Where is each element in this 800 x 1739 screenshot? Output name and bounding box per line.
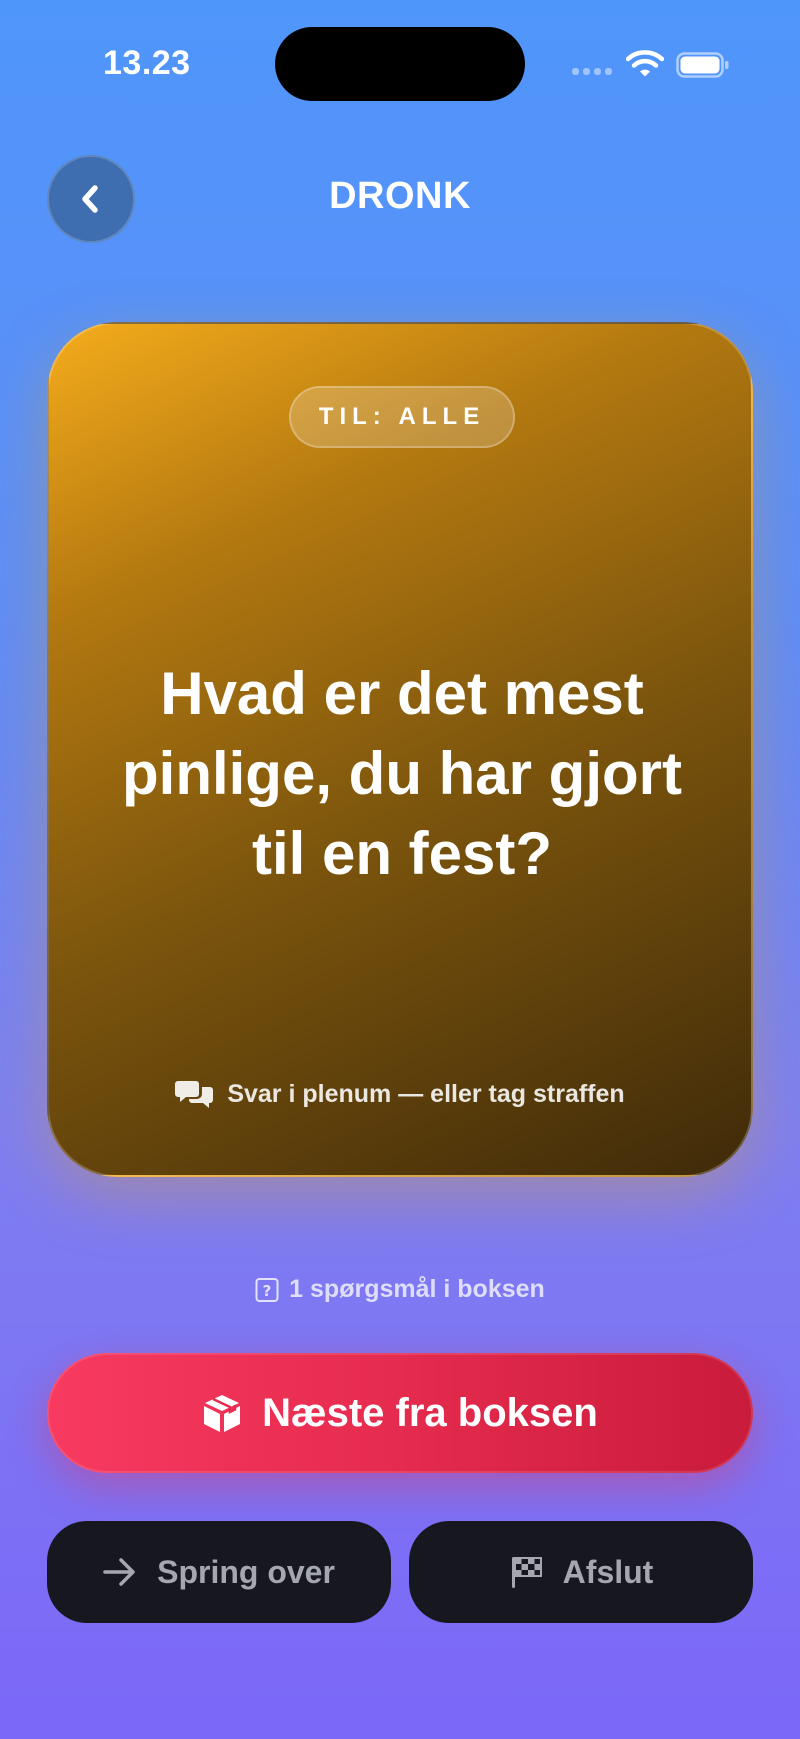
checkered-flag-icon	[511, 1557, 542, 1588]
status-bar: 13.23	[0, 0, 800, 130]
svg-text:?: ?	[263, 1282, 272, 1300]
cellular-signal-icon	[572, 68, 612, 78]
page-title: DRONK	[329, 175, 471, 217]
wifi-icon	[626, 50, 664, 77]
battery-icon	[676, 52, 729, 78]
skip-label: Spring over	[157, 1553, 335, 1590]
target-badge: TIL: ALLE	[289, 386, 515, 448]
quit-button[interactable]: Afslut	[409, 1521, 753, 1623]
question-card: TIL: ALLE Hvad er det mest pinlige, du h…	[47, 322, 753, 1177]
question-square-icon: ?	[255, 1277, 279, 1302]
arrow-right-icon	[103, 1558, 135, 1586]
box-icon	[204, 1395, 241, 1432]
skip-button[interactable]: Spring over	[47, 1521, 391, 1623]
question-count: ? 1 spørgsmål i boksen	[0, 1275, 800, 1304]
dynamic-island	[275, 27, 525, 101]
question-text: Hvad er det mest pinlige, du har gjort t…	[122, 660, 682, 887]
card-hint: Svar i plenum — eller tag straffen	[49, 1079, 751, 1109]
next-from-box-button[interactable]: Næste fra boksen	[47, 1353, 753, 1473]
next-from-box-label: Næste fra boksen	[262, 1390, 598, 1435]
quit-label: Afslut	[562, 1553, 654, 1590]
card-hint-text: Svar i plenum — eller tag straffen	[227, 1079, 625, 1108]
question-count-text: 1 spørgsmål i boksen	[289, 1275, 545, 1303]
speech-bubbles-icon	[175, 1081, 214, 1108]
status-time: 13.23	[103, 44, 191, 82]
